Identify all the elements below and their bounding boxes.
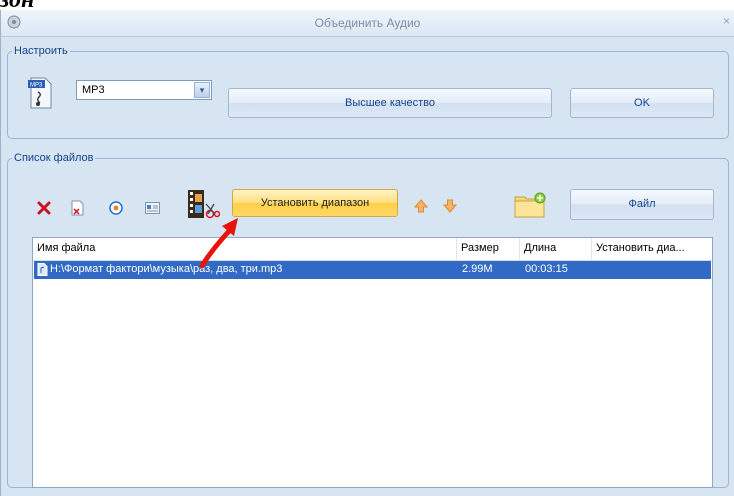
ok-button[interactable]: OK [570,88,714,118]
add-file-button[interactable]: Файл [570,189,714,220]
table-row[interactable]: H:\Формат фактори\музыка\раз, два, три.m… [34,261,711,279]
set-range-button[interactable]: Установить диапазон [232,189,398,217]
close-icon[interactable]: × [723,14,730,28]
table-header: Имя файла Размер Длина Установить диа... [33,238,712,261]
settings-legend: Настроить [14,45,68,57]
play-icon[interactable] [109,201,123,215]
quality-button[interactable]: Высшее качество [228,88,552,118]
window-title: Объединить Аудио [314,16,421,30]
column-header-name[interactable]: Имя файла [33,238,457,260]
add-folder-icon[interactable] [514,191,546,219]
svg-text:MP3: MP3 [30,83,43,89]
column-header-range[interactable]: Установить диа... [592,238,712,260]
mp3-file-icon: MP3 [28,77,52,109]
clear-list-icon[interactable] [70,200,85,216]
info-icon[interactable] [145,202,160,214]
annotation-arrow-icon [199,218,238,269]
file-size-cell: 2.99M [462,263,493,275]
file-length-cell: 00:03:15 [525,263,568,275]
audio-file-icon [37,263,48,276]
title-bar: Объединить Аудио × [1,10,734,37]
column-header-length[interactable]: Длина [520,238,592,260]
move-up-icon[interactable] [414,199,428,213]
column-header-size[interactable]: Размер [457,238,520,260]
chevron-down-icon[interactable]: ▾ [194,82,210,98]
format-select-value: MP3 [82,84,105,96]
delete-icon[interactable] [37,201,51,215]
file-name-cell: H:\Формат фактори\музыка\раз, два, три.m… [50,263,283,275]
move-down-icon[interactable] [443,199,457,213]
file-list-legend: Список файлов [14,152,94,164]
format-select[interactable]: MP3 ▾ [76,80,212,100]
file-table: Имя файла Размер Длина Установить диа...… [32,237,713,488]
